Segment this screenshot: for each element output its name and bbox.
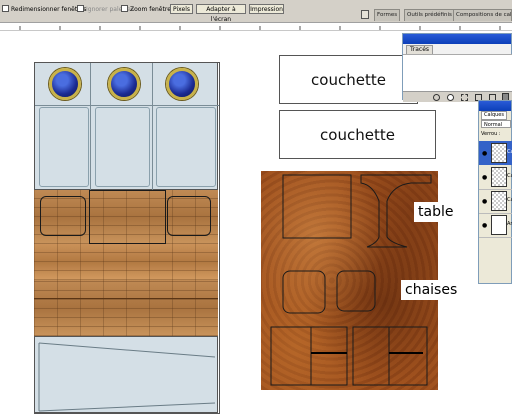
resize-windows-checkbox[interactable] (2, 5, 9, 12)
chaises-label: chaises (401, 280, 462, 300)
couchette-label-1: couchette (279, 55, 418, 104)
horizontal-ruler (0, 23, 512, 31)
layers-panel: Calques Normal Verrou : ● Ca ● Ca ● Ca ●… (478, 100, 512, 284)
layer-name: Ca (507, 149, 512, 155)
layer-name: Ca (507, 173, 512, 179)
locker-right (156, 107, 216, 187)
layer-row[interactable]: ● Ca (479, 165, 512, 190)
eye-icon[interactable]: ● (482, 198, 487, 205)
layer-row[interactable]: ● Ca (479, 189, 512, 214)
fill-path-icon[interactable] (433, 94, 440, 101)
tab-calques[interactable]: Calques (481, 111, 507, 120)
eye-icon[interactable]: ● (482, 222, 487, 229)
layer-name: Ar (507, 221, 512, 227)
options-bar: Redimensionner fenêtres Ignorer palettes… (0, 0, 512, 23)
cabin-lower-lines (38, 342, 216, 412)
load-selection-icon[interactable] (461, 94, 468, 101)
layer-name: Ca (507, 197, 512, 203)
layer-thumbnail (491, 167, 507, 187)
paths-panel-titlebar[interactable] (403, 34, 511, 44)
ruler-ticks (19, 26, 501, 30)
eye-icon[interactable]: ● (482, 174, 487, 181)
pixels-button[interactable]: Pixels (170, 4, 193, 14)
locker-middle (95, 107, 150, 187)
layer-row[interactable]: ● Ar (479, 213, 512, 238)
blend-mode-select[interactable]: Normal (481, 120, 511, 128)
table-label: table (414, 202, 458, 222)
wood-floor-bottom (34, 280, 218, 336)
zoom-windows-checkbox[interactable] (121, 5, 128, 12)
porthole-icon (166, 68, 198, 100)
print-button[interactable]: Impression (249, 4, 284, 14)
ignore-palettes-checkbox[interactable] (77, 5, 84, 12)
layers-panel-titlebar[interactable] (479, 101, 511, 111)
layer-thumbnail (491, 191, 507, 211)
couchette-label-2: couchette (279, 110, 436, 159)
wood-floor-top (34, 190, 218, 244)
tab-formes[interactable]: Formes (374, 9, 401, 21)
porthole-icon (49, 68, 81, 100)
tab-compositions-de-calques[interactable]: Compositions de calques (453, 9, 512, 21)
paths-panel: Tracés (402, 33, 512, 102)
resize-windows-option[interactable]: Redimensionner fenêtres (2, 5, 86, 13)
stroke-path-icon[interactable] (447, 94, 454, 101)
cabin-lower (34, 336, 218, 413)
zoom-windows-option[interactable]: Zoom fenêtres (121, 5, 174, 13)
wood-floor-middle (34, 244, 218, 280)
palette-well-icon[interactable] (361, 10, 369, 19)
porthole-icon (108, 68, 140, 100)
paths-list (403, 54, 512, 92)
eye-icon[interactable]: ● (482, 150, 487, 157)
lock-label: Verrou : (481, 131, 501, 137)
tab-outils-predefinis[interactable]: Outils prédéfinis (404, 9, 455, 21)
layer-thumbnail (491, 215, 507, 235)
locker-left (39, 107, 89, 187)
fit-screen-button[interactable]: Adapter à l'écran (196, 4, 246, 23)
layer-thumbnail (491, 143, 507, 163)
layer-row-selected[interactable]: ● Ca (479, 141, 512, 165)
